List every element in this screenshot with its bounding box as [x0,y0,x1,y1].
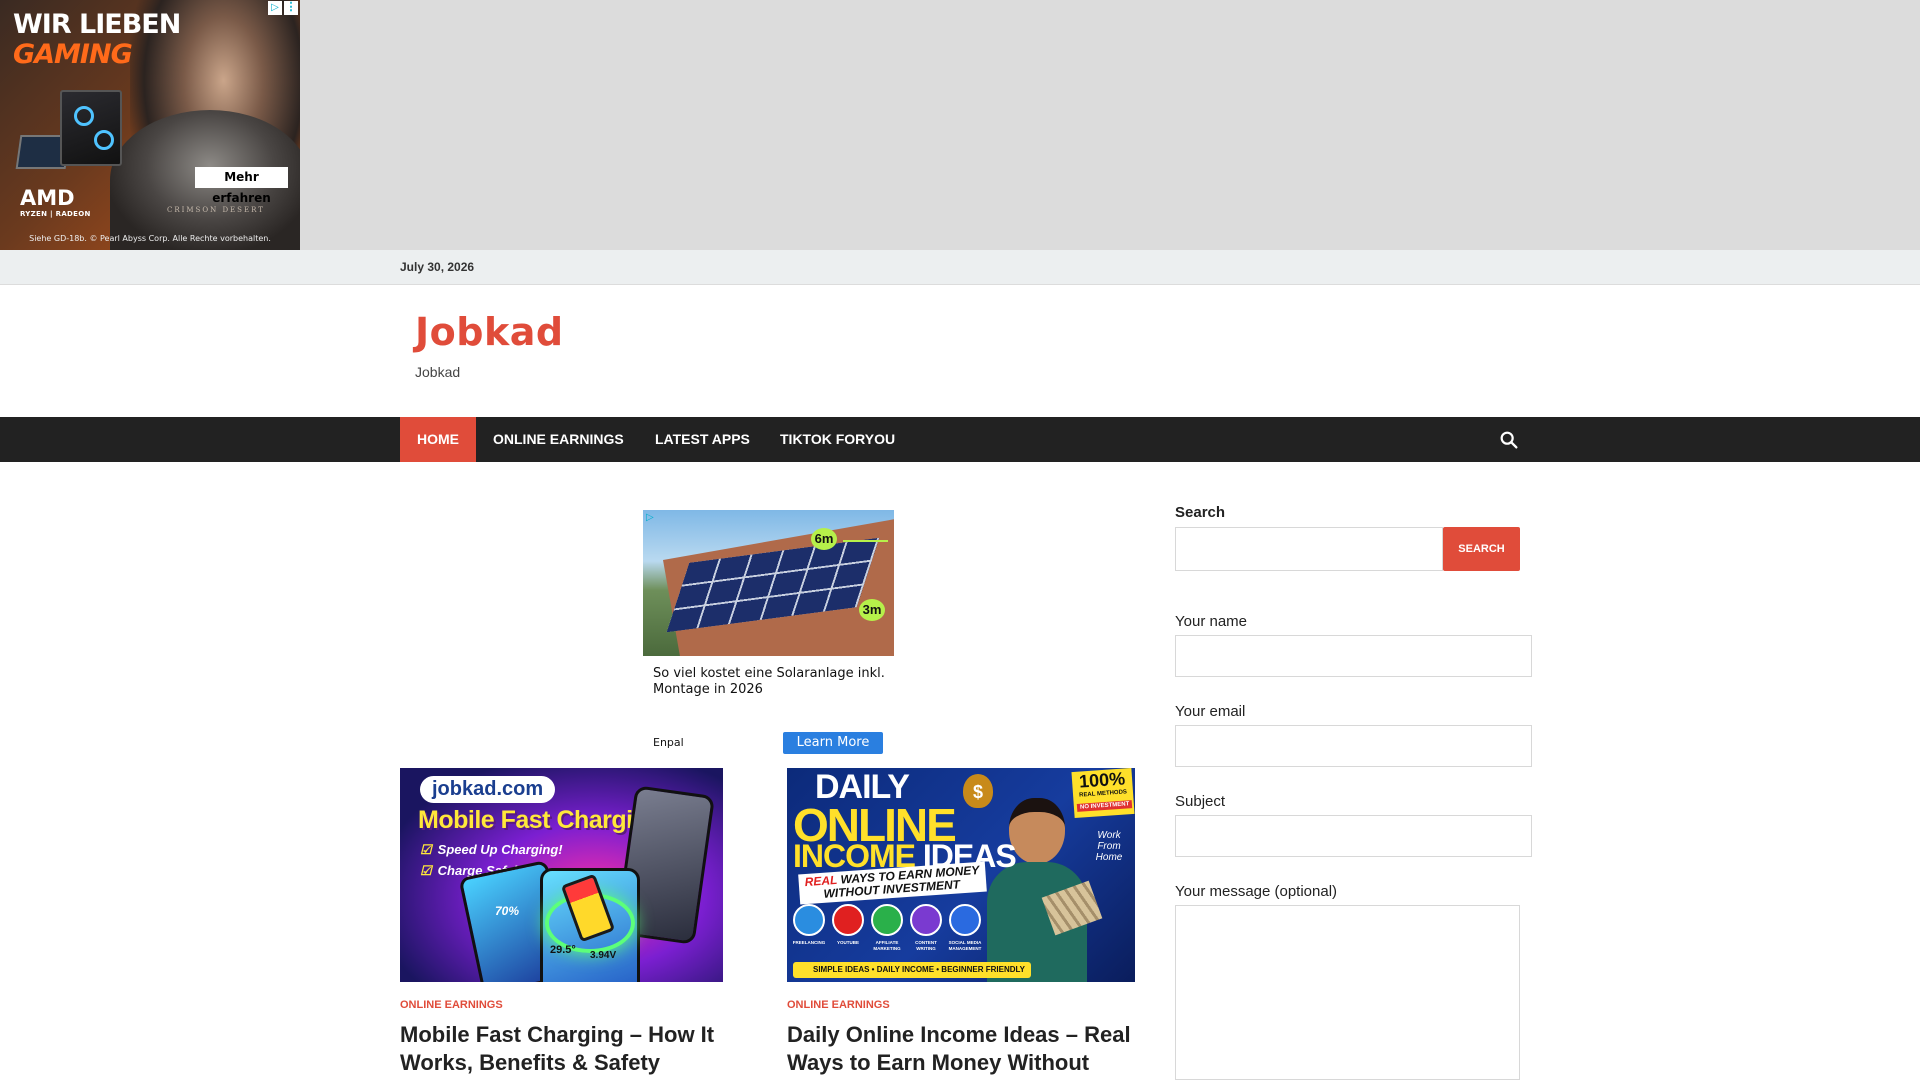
person-head [1009,798,1065,864]
ad-brand-logo: AMD [20,186,75,210]
content-ad-title[interactable]: So viel kostet eine Solaranlage inkl. Mo… [653,666,888,698]
content-ad[interactable]: 6m 3m ▷ So viel kostet eine Solaranlage … [643,510,894,760]
ad-headline-line2: GAMING [13,39,133,70]
icon-caption: FREELANCING [792,940,826,945]
date-bar: July 30, 2026 [0,250,1920,285]
search-icon[interactable] [1498,429,1520,451]
work-from-home-text: Work From Home [1095,830,1123,863]
site-title[interactable]: Jobkad [415,310,564,354]
badge-bottom: 3m [859,599,885,621]
thumb-reading-2: 3.94V [590,950,617,961]
nav-item-latest-apps[interactable]: LATEST APPS [638,417,767,462]
post-thumbnail[interactable]: $ DAILY ONLINE INCOME IDEAS 100% REAL MET… [787,768,1135,982]
ad-legal-text: Siehe GD-18b. © Pearl Abyss Corp. Alle R… [29,234,271,243]
icon-caption: SOCIAL MEDIA MANAGEMENT [948,940,982,951]
learn-more-button[interactable]: Learn More [783,732,883,754]
nav-item-tiktok-foryou[interactable]: TIKTOK FORYOU [763,417,912,462]
email-field[interactable] [1175,725,1532,767]
vertical-dots-icon[interactable]: ⋮ [284,1,298,15]
search-label: Search [1175,504,1226,521]
post-title[interactable]: Daily Online Income Ideas – Real Ways to… [787,1021,1135,1077]
post-card: $ DAILY ONLINE INCOME IDEAS 100% REAL MET… [787,768,1135,1077]
main-nav: HOME ONLINE EARNINGS LATEST APPS TIKTOK … [0,417,1920,462]
thumb-site-label: jobkad.com [420,776,556,803]
current-date: July 30, 2026 [400,260,475,274]
search-input[interactable] [1175,527,1443,571]
money-bag-icon: $ [963,774,993,808]
solar-ad-image: 6m 3m ▷ [643,510,894,656]
ad-pc-image [60,90,122,166]
email-label: Your email [1175,703,1246,720]
ad-headline-line1: WIR LIEBEN [13,9,181,40]
post-card: jobkad.com Mobile Fast Charging Speed Up… [400,768,723,1080]
subject-field[interactable] [1175,815,1532,857]
icon-caption: CONTENT WRITING [915,940,937,951]
icon-caption: YOUTUBE [836,940,859,945]
thumb-check-1: Speed Up Charging! [420,842,563,858]
ad-cta-button[interactable]: Mehr erfahren [195,167,288,205]
ad-game-logo: CRIMSON DESERT [167,206,265,214]
top-ad-band: WIR LIEBEN GAMING Mehr erfahren AMD RYZE… [0,0,1920,250]
ad-choices-icon[interactable]: ▷ [268,1,282,15]
content-ad-advertiser: Enpal [653,736,684,749]
people-icon [949,904,981,936]
freelancing-icon [793,904,825,936]
icon-caption: AFFILIATE MARKETING [873,940,901,951]
subject-label: Subject [1175,793,1226,810]
site-tagline: Jobkad [415,364,461,380]
thumb-percent: 70% [495,904,520,918]
cart-icon [871,904,903,936]
badge-top: 6m [811,528,837,550]
nav-item-home[interactable]: HOME [400,417,476,462]
post-title[interactable]: Mobile Fast Charging – How It Works, Ben… [400,1021,723,1080]
measure-arrow-top [843,540,888,542]
thumb-reading-1: 29.5° [550,944,576,956]
message-label: Your message (optional) [1175,883,1338,900]
thumb-footer-strip: SIMPLE IDEAS • DAILY INCOME • BEGINNER F… [793,962,1031,978]
top-ad-banner[interactable]: WIR LIEBEN GAMING Mehr erfahren AMD RYZE… [0,0,300,250]
message-field[interactable] [1175,905,1520,1080]
name-field[interactable] [1175,635,1532,677]
post-thumbnail[interactable]: jobkad.com Mobile Fast Charging Speed Up… [400,768,723,982]
nav-item-online-earnings[interactable]: ONLINE EARNINGS [476,417,641,462]
ad-subbrand: RYZEN | RADEON [20,210,91,218]
ad-choices-icon[interactable]: ▷ [646,512,654,523]
post-category[interactable]: ONLINE EARNINGS [400,999,723,1011]
search-button[interactable]: SEARCH [1443,527,1520,571]
thumb-headline: Mobile Fast Charging [418,806,663,834]
writing-icon [910,904,942,936]
name-label: Your name [1175,613,1247,630]
post-category[interactable]: ONLINE EARNINGS [787,999,1135,1011]
youtube-icon [832,904,864,936]
